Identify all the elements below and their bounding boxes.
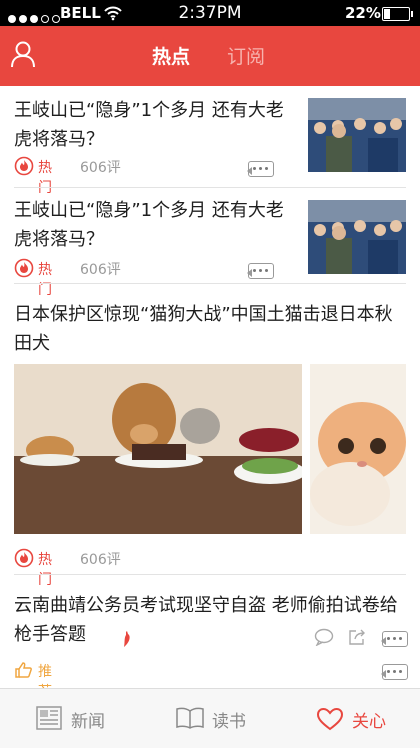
tab-news[interactable]: 新闻 xyxy=(36,689,126,748)
newspaper-icon xyxy=(36,706,62,730)
user-profile-icon[interactable] xyxy=(10,40,36,68)
status-bar: BELL 2:37PM 22% xyxy=(0,0,420,26)
article-item[interactable]: 王岐山已“隐身”1个多月 还有大老虎将落马？ 热门 606评 xyxy=(0,188,420,298)
article-item[interactable]: 云南曲靖公务员考试现坚守自盗 老师偷拍试卷给枪手答题 推荐 xyxy=(0,575,420,700)
more-options-icon[interactable] xyxy=(247,161,274,177)
article-thumbnail[interactable] xyxy=(308,98,406,172)
comment-count: 606评 xyxy=(80,552,121,568)
thumbs-up-icon xyxy=(15,662,32,678)
article-title[interactable]: 王岐山已“隐身”1个多月 还有大老虎将落马？ xyxy=(14,96,286,154)
tab-subscribe[interactable]: 订阅 xyxy=(227,42,265,69)
comment-count: 606评 xyxy=(80,160,121,176)
tab-care[interactable]: 关心 xyxy=(316,689,406,748)
article-title[interactable]: 日本保护区惊现“猫狗大战”中国土猫击退日本秋田犬 xyxy=(14,300,408,358)
battery-icon xyxy=(382,7,413,21)
flame-icon xyxy=(14,548,34,568)
top-nav-bar: 热点 订阅 xyxy=(0,26,420,86)
article-title[interactable]: 云南曲靖公务员考试现坚守自盗 老师偷拍试卷给枪手答题 xyxy=(14,591,408,649)
heart-icon xyxy=(316,707,344,731)
book-icon xyxy=(176,707,204,729)
article-image-side[interactable] xyxy=(310,364,406,534)
article-item[interactable]: 王岐山已“隐身”1个多月 还有大老虎将落马？ 热门 606评 xyxy=(0,86,420,196)
article-image-main[interactable] xyxy=(14,364,302,534)
article-thumbnail[interactable] xyxy=(308,200,406,274)
tab-news-label: 新闻 xyxy=(71,712,105,732)
more-options-icon[interactable] xyxy=(381,664,408,680)
article-item[interactable]: 日本保护区惊现“猫狗大战”中国土猫击退日本秋田犬 热门 606评 xyxy=(0,284,420,647)
more-options-icon[interactable] xyxy=(247,263,274,279)
article-title[interactable]: 王岐山已“隐身”1个多月 还有大老虎将落马？ xyxy=(14,196,286,254)
flame-icon xyxy=(14,258,34,278)
tab-hot[interactable]: 热点 xyxy=(152,42,190,69)
flame-icon xyxy=(14,156,34,176)
bottom-tab-bar: 新闻 读书 关心 xyxy=(0,688,420,748)
tab-reading-label: 读书 xyxy=(212,712,246,732)
comment-count: 606评 xyxy=(80,262,121,278)
tab-care-label: 关心 xyxy=(352,712,386,732)
tab-reading[interactable]: 读书 xyxy=(176,689,266,748)
battery-percentage: 22% xyxy=(345,4,381,22)
